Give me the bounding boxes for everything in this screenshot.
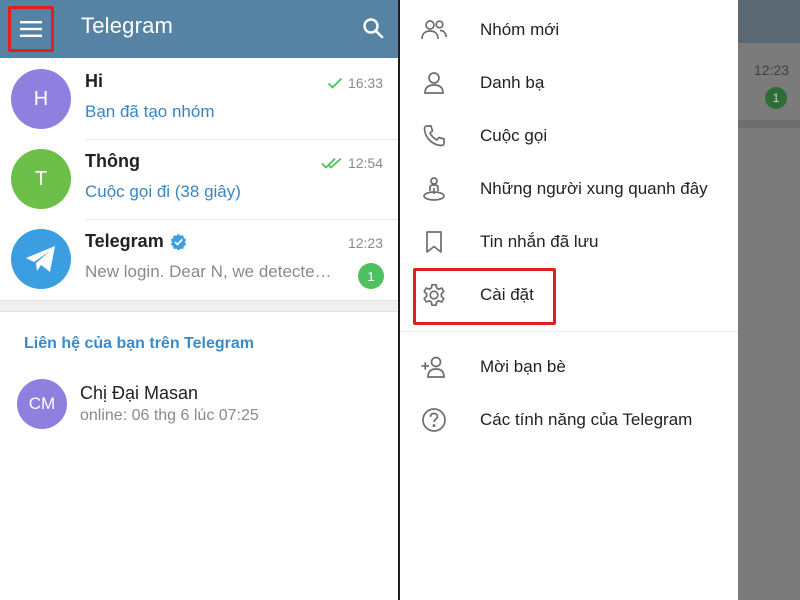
section-divider (0, 300, 398, 312)
dimmed-background[interactable]: 12:23 1 (738, 0, 800, 600)
chat-item-telegram[interactable]: Telegram New login. Dear N, we detecte… … (0, 219, 398, 299)
menu-item-saved-messages[interactable]: Tin nhắn đã lưu (400, 216, 738, 268)
hamburger-menu-button[interactable] (8, 6, 54, 52)
menu-item-contacts[interactable]: Danh bạ (400, 57, 738, 109)
contacts-section-header: Liên hệ của bạn trên Telegram (24, 335, 254, 352)
chat-time: 16:33 (347, 75, 383, 91)
avatar: CM (17, 379, 67, 429)
navigation-drawer: Nhóm mới Danh bạ Cuộc gọi Những người xu… (400, 0, 738, 600)
phone-icon (420, 122, 448, 150)
chat-item-thong[interactable]: T Thông Cuộc gọi đi (38 giây) 12:54 (0, 139, 398, 219)
menu-label: Danh bạ (480, 73, 545, 92)
chat-last-message: New login. Dear N, we detecte… (85, 262, 332, 281)
menu-label: Tin nhắn đã lưu (480, 232, 599, 251)
group-icon (420, 16, 448, 44)
chat-last-message: Bạn đã tạo nhóm (85, 102, 215, 121)
divider (400, 331, 738, 332)
menu-label: Những người xung quanh đây (480, 179, 708, 198)
menu-label: Cuộc gọi (480, 126, 548, 145)
settings-highlight-box (413, 268, 556, 325)
chat-item-hi[interactable]: H Hi Bạn đã tạo nhóm 16:33 (0, 59, 398, 139)
chat-time: 12:23 (754, 62, 790, 78)
chat-name: Telegram (85, 231, 164, 251)
avatar: T (11, 149, 71, 209)
chat-list-panel: Telegram H Hi Bạn đã tạo nhóm 16:33 T Th… (0, 0, 398, 600)
help-icon (420, 406, 448, 434)
menu-icon (20, 21, 42, 37)
chat-time: 12:54 (347, 155, 383, 171)
chat-name-wrap: Telegram (85, 231, 187, 252)
add-person-icon (420, 353, 448, 381)
avatar: H (11, 69, 71, 129)
menu-item-invite-friends[interactable]: Mời bạn bè (400, 341, 738, 393)
chat-meta: 16:33 (327, 75, 383, 91)
chat-name: Hi (85, 71, 103, 91)
verified-icon (170, 233, 186, 250)
search-button[interactable] (358, 13, 388, 43)
menu-label: Nhóm mới (480, 20, 560, 39)
contact-status: online: 06 thg 6 lúc 07:25 (80, 407, 259, 424)
chat-last-message: Cuộc gọi đi (38 giây) (85, 182, 241, 201)
search-icon (363, 18, 384, 39)
menu-item-people-nearby[interactable]: Những người xung quanh đây (400, 163, 738, 215)
menu-item-new-group[interactable]: Nhóm mới (400, 4, 738, 56)
unread-badge: 1 (358, 263, 384, 289)
chat-meta: 12:54 (321, 155, 383, 171)
person-icon (420, 69, 448, 97)
telegram-plane-icon (11, 229, 71, 289)
chat-meta: 12:23 (348, 235, 383, 251)
menu-item-telegram-features[interactable]: Các tính năng của Telegram (400, 394, 738, 446)
app-title: Telegram (81, 13, 174, 38)
double-check-icon (321, 157, 342, 169)
chat-time: 12:23 (347, 235, 383, 251)
contact-name: Chị Đại Masan (80, 383, 199, 403)
menu-label: Mời bạn bè (480, 357, 566, 376)
single-check-icon (327, 77, 343, 89)
menu-label: Các tính năng của Telegram (480, 410, 693, 429)
people-nearby-icon (420, 175, 448, 203)
section-divider (738, 120, 800, 128)
unread-badge: 1 (765, 87, 787, 109)
app-header: Telegram (0, 0, 398, 58)
chat-name: Thông (85, 151, 140, 171)
bookmark-icon (420, 228, 448, 256)
dimmed-header (738, 0, 800, 43)
menu-item-calls[interactable]: Cuộc gọi (400, 110, 738, 162)
